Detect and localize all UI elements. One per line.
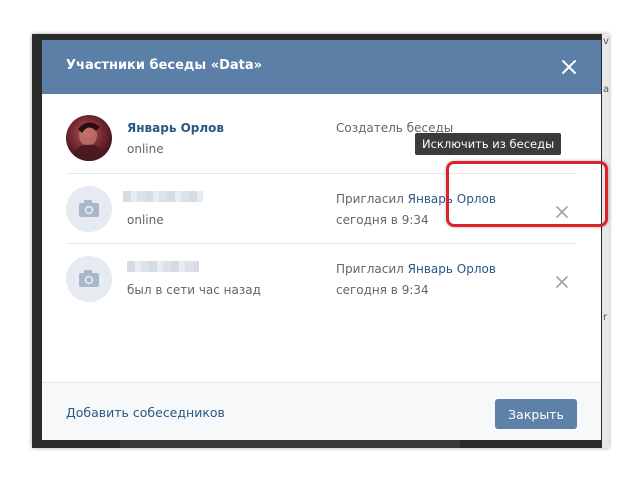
invited-label: Пригласил bbox=[336, 192, 408, 206]
member-name-link[interactable]: Январь Орлов bbox=[127, 121, 224, 135]
member-status: online bbox=[127, 142, 164, 156]
member-invited-by: Пригласил Январь Орлов bbox=[336, 262, 496, 276]
background-page-edge bbox=[602, 34, 609, 448]
background-text-fragment: r bbox=[603, 312, 608, 323]
member-row: был в сети час назад Пригласил Январь Ор… bbox=[66, 256, 576, 326]
camera-icon bbox=[79, 200, 99, 217]
background-content bbox=[120, 440, 460, 448]
user-avatar[interactable] bbox=[66, 256, 112, 302]
inviter-link[interactable]: Январь Орлов bbox=[408, 262, 496, 276]
close-button[interactable]: Закрыть bbox=[495, 399, 577, 429]
dialog-header: Участники беседы «Data» bbox=[42, 40, 601, 94]
member-status: был в сети час назад bbox=[127, 283, 261, 297]
row-divider bbox=[66, 243, 576, 244]
user-photo bbox=[72, 122, 106, 161]
member-name-blurred[interactable] bbox=[123, 191, 203, 202]
dialog-title: Участники беседы «Data» bbox=[66, 58, 263, 73]
close-icon[interactable] bbox=[558, 56, 580, 78]
background-text-fragment: v bbox=[603, 36, 609, 47]
annotation-highlight bbox=[446, 161, 608, 227]
invited-label: Пригласил bbox=[336, 262, 408, 276]
member-status: online bbox=[127, 213, 164, 227]
background-text-fragment: a bbox=[603, 84, 610, 95]
member-join-time: сегодня в 9:34 bbox=[336, 213, 429, 227]
user-avatar[interactable] bbox=[66, 115, 112, 161]
user-avatar[interactable] bbox=[66, 186, 112, 232]
camera-icon bbox=[79, 270, 99, 287]
dialog-footer: Добавить собеседников Закрыть bbox=[42, 382, 601, 440]
add-participants-link[interactable]: Добавить собеседников bbox=[66, 405, 225, 420]
remove-tooltip: Исключить из беседы bbox=[415, 133, 562, 155]
members-dialog: Участники беседы «Data» Январь Орлов onl… bbox=[42, 40, 601, 440]
member-name-blurred[interactable] bbox=[127, 261, 199, 272]
member-join-time: сегодня в 9:34 bbox=[336, 283, 429, 297]
remove-member-icon[interactable] bbox=[554, 274, 570, 290]
